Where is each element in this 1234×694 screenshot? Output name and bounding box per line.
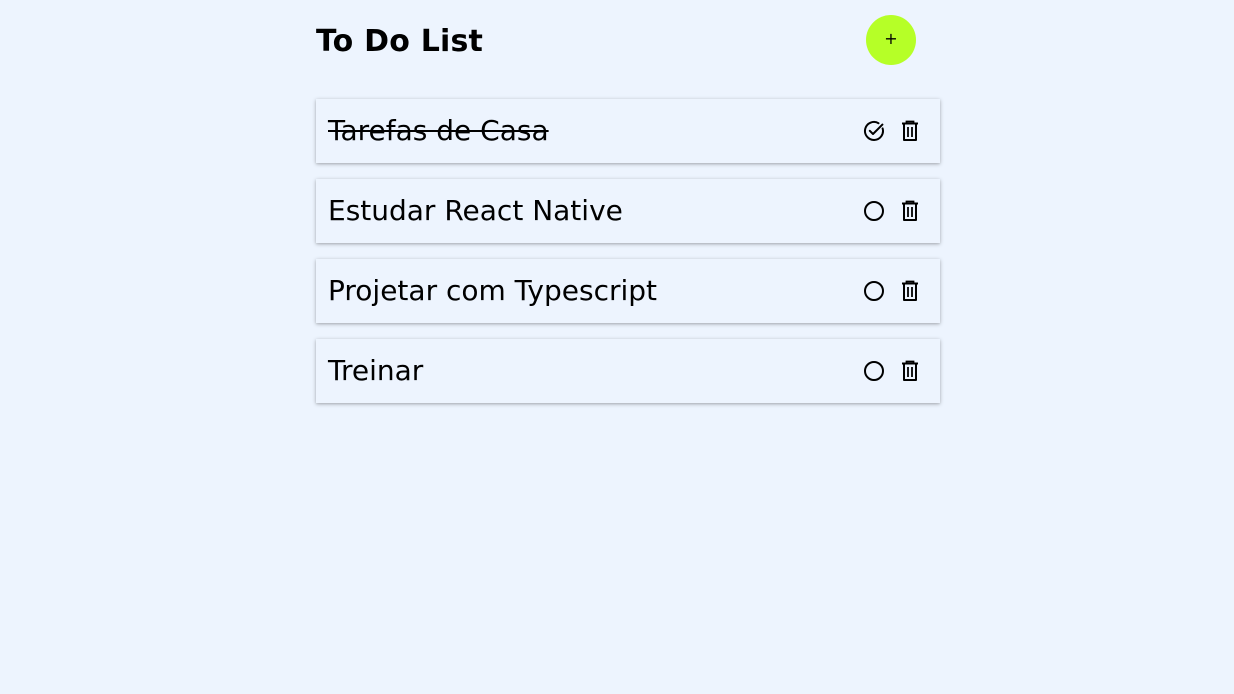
delete-task-button[interactable]: [899, 120, 921, 142]
delete-task-button[interactable]: [899, 200, 921, 222]
task-item: Projetar com Typescript: [316, 259, 940, 323]
toggle-complete-button[interactable]: [863, 120, 885, 142]
delete-task-button[interactable]: [899, 360, 921, 382]
add-task-button[interactable]: +: [866, 15, 916, 65]
header: To Do List +: [316, 0, 940, 84]
check-circle-icon: [863, 120, 885, 142]
circle-icon: [863, 280, 885, 302]
task-label[interactable]: Tarefas de Casa: [328, 112, 549, 150]
task-item: Estudar React Native: [316, 179, 940, 243]
trash-icon: [899, 200, 921, 222]
task-label[interactable]: Projetar com Typescript: [328, 272, 657, 310]
page-title: To Do List: [316, 24, 484, 59]
add-button-label: +: [884, 29, 898, 48]
todo-app: To Do List + Tarefas de Casa Estudar Rea…: [316, 0, 940, 403]
trash-icon: [899, 120, 921, 142]
toggle-complete-button[interactable]: [863, 280, 885, 302]
circle-icon: [863, 200, 885, 222]
task-label[interactable]: Estudar React Native: [328, 192, 623, 230]
task-label[interactable]: Treinar: [328, 352, 423, 390]
trash-icon: [899, 360, 921, 382]
task-item: Treinar: [316, 339, 940, 403]
trash-icon: [899, 280, 921, 302]
task-item: Tarefas de Casa: [316, 99, 940, 163]
delete-task-button[interactable]: [899, 280, 921, 302]
toggle-complete-button[interactable]: [863, 200, 885, 222]
toggle-complete-button[interactable]: [863, 360, 885, 382]
task-list: Tarefas de Casa Estudar React Native Pro…: [316, 99, 940, 419]
circle-icon: [863, 360, 885, 382]
